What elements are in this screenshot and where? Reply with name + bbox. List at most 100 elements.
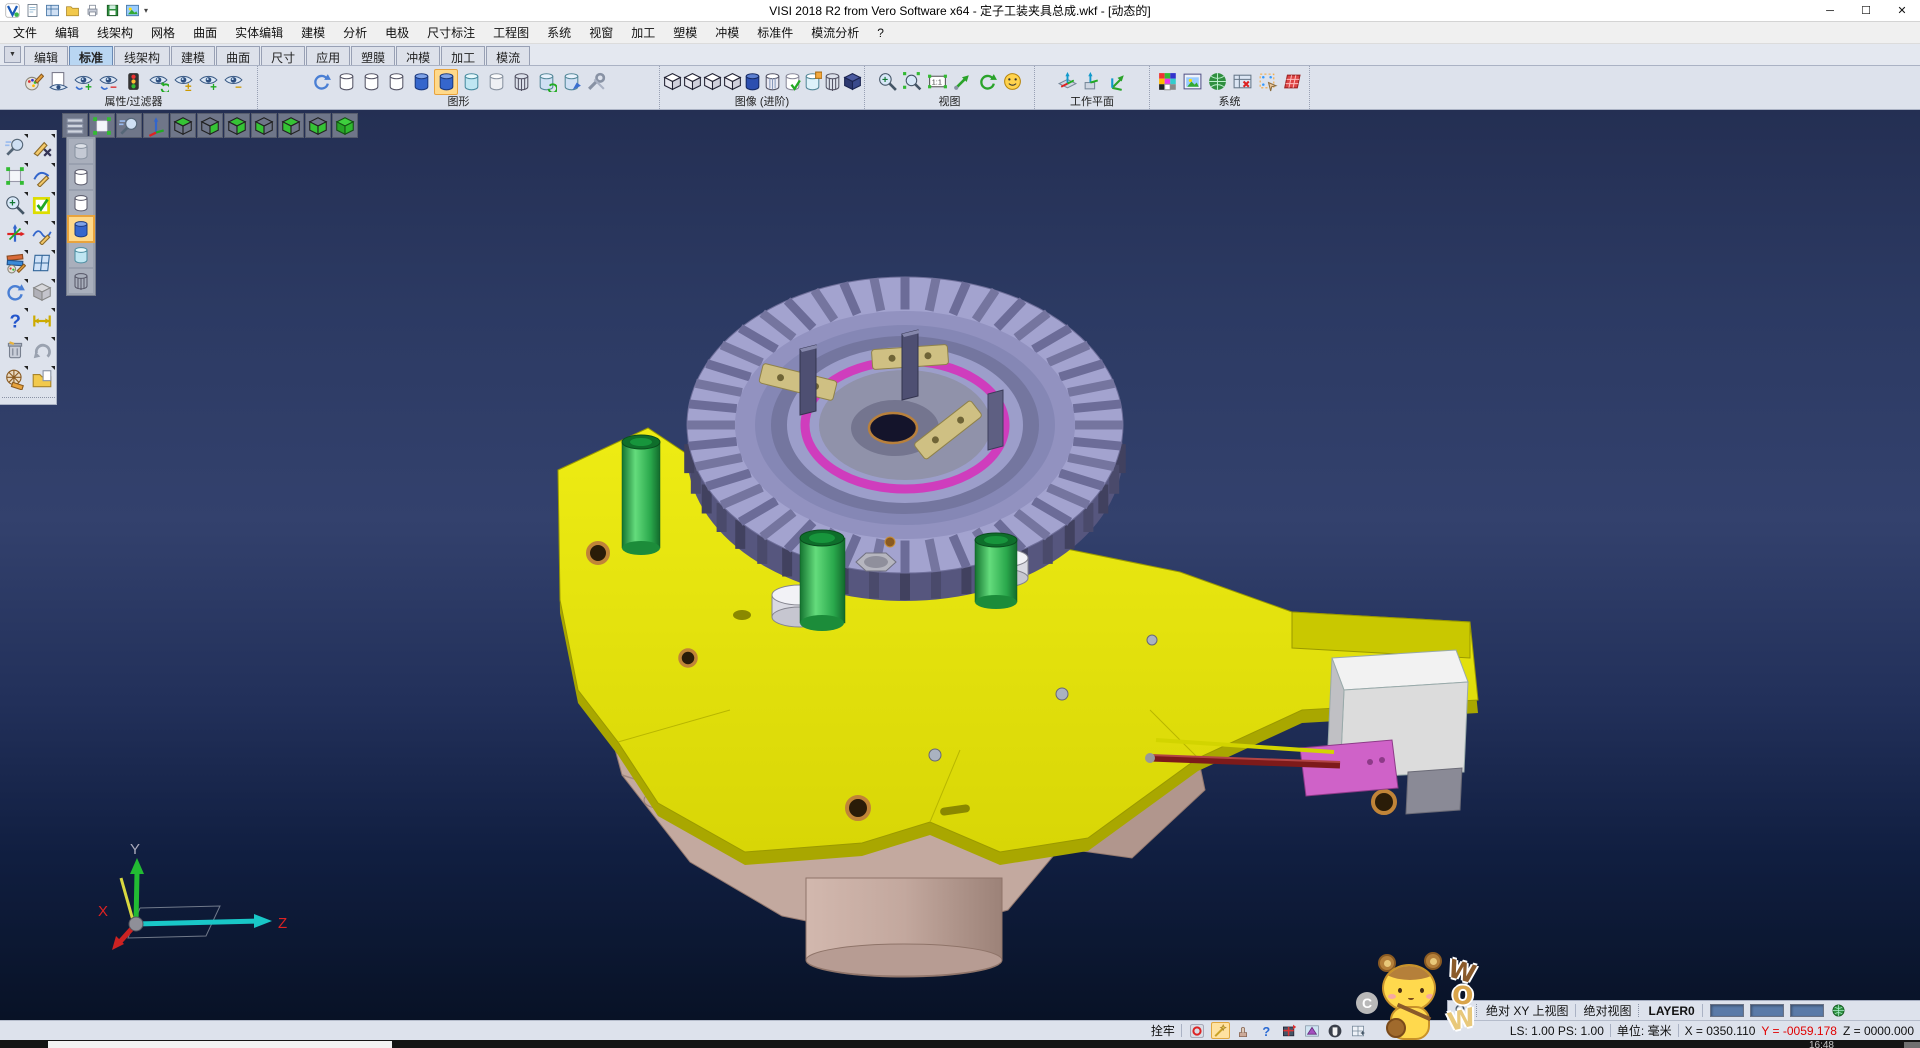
package-icon[interactable]: [1280, 1022, 1299, 1039]
tab-应用[interactable]: 应用: [306, 46, 350, 65]
record-icon[interactable]: [1188, 1022, 1207, 1039]
cylinder-blue-icon[interactable]: [409, 69, 433, 95]
cylinder-blue-icon[interactable]: [434, 69, 458, 95]
color-swatch-2[interactable]: [1750, 1004, 1784, 1017]
search-icon[interactable]: [1454, 1003, 1469, 1018]
cube-back-button[interactable]: [305, 113, 331, 138]
cylinder-check-icon[interactable]: [783, 69, 802, 95]
cube-bottom-button[interactable]: [197, 113, 223, 138]
plane-arrows-icon[interactable]: [1105, 69, 1129, 95]
view-mode-label[interactable]: 绝对 XY 上视图: [1486, 1002, 1568, 1019]
cylinder-link-icon[interactable]: [803, 69, 822, 95]
menu-item-建模[interactable]: 建模: [292, 22, 334, 43]
shade-smiley-icon[interactable]: [1000, 69, 1024, 95]
undo-button[interactable]: [29, 337, 55, 363]
select-points-icon[interactable]: [1255, 69, 1279, 95]
gear-globe-icon[interactable]: [1205, 69, 1229, 95]
cylinder-cyan-icon[interactable]: [459, 69, 483, 95]
tab-dropdown-button[interactable]: ▼: [4, 46, 21, 63]
cube-add-icon[interactable]: [663, 69, 682, 95]
tools-icon[interactable]: [584, 69, 608, 95]
qa-doc-blue[interactable]: [23, 2, 41, 19]
show-desktop-button[interactable]: [1904, 1042, 1920, 1048]
cylinder-wireframe-icon[interactable]: [509, 69, 533, 95]
menu-item-冲模[interactable]: 冲模: [706, 22, 748, 43]
taskbar-search-box[interactable]: [48, 1041, 392, 1048]
cube-traffic-icon[interactable]: [683, 69, 702, 95]
tab-编辑[interactable]: 编辑: [24, 46, 68, 65]
menu-item-线架构[interactable]: 线架构: [88, 22, 142, 43]
traffic-light-icon[interactable]: [122, 69, 146, 95]
image-window-icon[interactable]: [1180, 69, 1204, 95]
cylinder-refresh-icon[interactable]: [534, 69, 558, 95]
tab-塑膜[interactable]: 塑膜: [351, 46, 395, 65]
layer-label[interactable]: LAYER0: [1648, 1004, 1694, 1018]
move-axis-button[interactable]: [2, 221, 28, 247]
layer-list-button[interactable]: [62, 113, 88, 138]
cube-iso-button[interactable]: [332, 113, 358, 138]
pedestal-cylinder[interactable]: [806, 878, 1002, 977]
zoom-window-icon[interactable]: [900, 69, 924, 95]
trash-button[interactable]: [2, 337, 28, 363]
menu-item-工程图[interactable]: 工程图: [484, 22, 538, 43]
qa-folder-yellow[interactable]: [63, 2, 81, 19]
qa-printer[interactable]: [83, 2, 101, 19]
minimize-button[interactable]: ─: [1812, 0, 1848, 21]
cylinder-outline-icon[interactable]: [359, 69, 383, 95]
fit-view-button[interactable]: [89, 113, 115, 138]
eye-minus-icon[interactable]: −: [222, 69, 246, 95]
menu-item-曲面[interactable]: 曲面: [184, 22, 226, 43]
cylinder-cyan-button[interactable]: [69, 243, 93, 267]
eye-plus-icon[interactable]: +: [197, 69, 221, 95]
3d-model[interactable]: Y Z X: [0, 110, 1920, 1020]
quick-access-caret-icon[interactable]: ▾: [144, 6, 148, 15]
side-toolbar-handle[interactable]: [2, 397, 55, 402]
zoom-1-1-icon[interactable]: 1:1: [925, 69, 949, 95]
page-eye-icon[interactable]: [47, 69, 71, 95]
globe-icon[interactable]: [1831, 1003, 1846, 1018]
menu-item-塑模[interactable]: 塑模: [664, 22, 706, 43]
tab-线架构[interactable]: 线架构: [114, 46, 170, 65]
cylinder-arrow-icon[interactable]: [559, 69, 583, 95]
menu-item-文件[interactable]: 文件: [4, 22, 46, 43]
stamp-icon[interactable]: [1234, 1022, 1253, 1039]
help-button[interactable]: ?: [2, 308, 28, 334]
pencil-curve-button[interactable]: [29, 163, 55, 189]
menu-item-电极[interactable]: 电极: [376, 22, 418, 43]
close-button[interactable]: ✕: [1884, 0, 1920, 21]
pan-arrow-icon[interactable]: [950, 69, 974, 95]
cube-right-button[interactable]: [251, 113, 277, 138]
cylinder-dark-icon[interactable]: [743, 69, 762, 95]
menu-item-系统[interactable]: 系统: [538, 22, 580, 43]
qa-image-icon[interactable]: [123, 2, 141, 19]
menu-item-标准件[interactable]: 标准件: [748, 22, 802, 43]
cylinder-grey-button[interactable]: [69, 139, 93, 163]
check-box-button[interactable]: [29, 192, 55, 218]
maximize-button[interactable]: ☐: [1848, 0, 1884, 21]
table-edit-icon[interactable]: [1230, 69, 1254, 95]
rotate-green-icon[interactable]: [975, 69, 999, 95]
menu-item-网格[interactable]: 网格: [142, 22, 184, 43]
plane-axis-icon[interactable]: [1055, 69, 1079, 95]
color-grid-icon[interactable]: [1155, 69, 1179, 95]
eye-remove-icon[interactable]: −: [97, 69, 121, 95]
tab-加工[interactable]: 加工: [441, 46, 485, 65]
prism-icon[interactable]: [1303, 1022, 1322, 1039]
menu-item-模流分析[interactable]: 模流分析: [802, 22, 868, 43]
menu-item-实体编辑[interactable]: 实体编辑: [226, 22, 292, 43]
tab-标准[interactable]: 标准: [69, 46, 113, 65]
pencil-x-button[interactable]: [29, 134, 55, 160]
tab-冲模[interactable]: 冲模: [396, 46, 440, 65]
cube-grey-button[interactable]: [29, 279, 55, 305]
cube-left-button[interactable]: [224, 113, 250, 138]
tab-建模[interactable]: 建模: [171, 46, 215, 65]
refresh-blue-button[interactable]: [2, 279, 28, 305]
cylinder-wireframe-icon[interactable]: [823, 69, 842, 95]
cylinder-white-icon[interactable]: [484, 69, 508, 95]
wand-icon[interactable]: [1211, 1022, 1230, 1039]
cylinder-blue-button[interactable]: [69, 217, 93, 241]
cylinder-wireframe-button[interactable]: [69, 269, 93, 293]
zoom-plus-icon[interactable]: +: [875, 69, 899, 95]
cube-plusminus-icon[interactable]: [723, 69, 742, 95]
snap-lock-label[interactable]: 拴牢: [1151, 1022, 1175, 1039]
